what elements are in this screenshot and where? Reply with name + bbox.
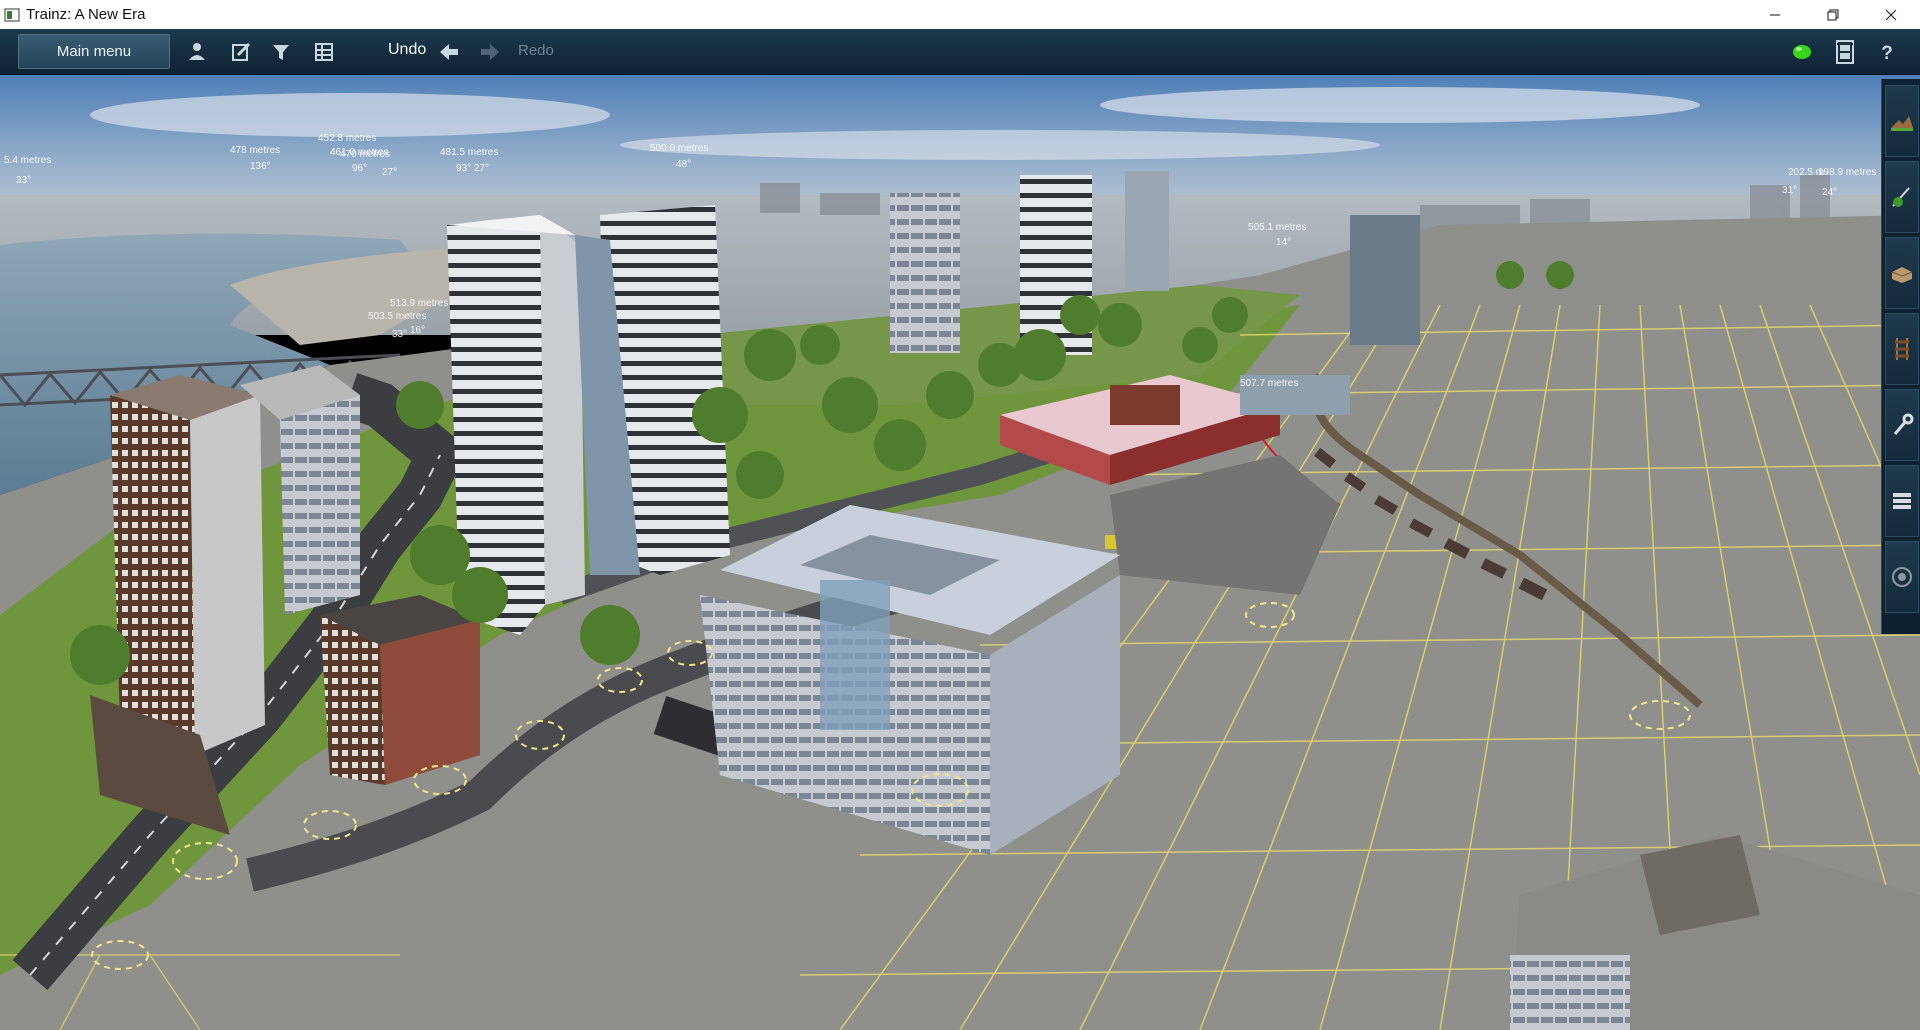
brick-low-building: [1110, 385, 1180, 425]
distance-label: 452.8 metres: [318, 133, 376, 144]
minimize-icon: [1770, 14, 1780, 15]
redo-label: Redo: [518, 42, 554, 59]
distance-label: 513.9 metres: [390, 298, 448, 309]
distance-label: 33°: [16, 175, 31, 186]
distance-label: 470 metres: [340, 149, 390, 160]
distance-label: 478 metres: [230, 145, 280, 156]
distance-label: 136°: [250, 161, 271, 172]
main-menu-button[interactable]: Main menu: [18, 34, 170, 69]
distance-label: 24°: [1822, 187, 1837, 198]
distance-label: 198.9 metres: [1818, 167, 1876, 178]
distance-label: 16°: [410, 325, 425, 336]
edit-icon: [232, 42, 251, 61]
distance-label: 93° 27°: [456, 163, 489, 174]
cloud: [620, 130, 1380, 160]
red-brick-building[interactable]: [320, 595, 480, 785]
session-tool-button[interactable]: [1885, 541, 1919, 613]
help-button[interactable]: ?: [1874, 39, 1900, 65]
distance-label: 96°: [352, 163, 367, 174]
undo-button[interactable]: [436, 39, 462, 65]
session-tool-icon: [1892, 567, 1912, 587]
grid-icon: [315, 43, 333, 61]
status-indicator-icon: [1793, 45, 1811, 59]
distance-label: 481.5 metres: [440, 147, 498, 158]
terrain-tool-icon: [1891, 116, 1913, 131]
track-tool-button[interactable]: [1885, 313, 1919, 385]
layers-tool-button[interactable]: [1885, 465, 1919, 537]
vegetation-tool-button[interactable]: [1885, 161, 1919, 233]
objects-tool-icon: [1891, 267, 1913, 283]
distance-label: 507.7 metres: [1240, 378, 1298, 389]
window-title: Trainz: A New Era: [26, 6, 146, 23]
close-button[interactable]: [1862, 0, 1920, 29]
editor-toolbar: Main menu Undo Redo ?: [0, 29, 1920, 75]
undo-label[interactable]: Undo: [388, 41, 426, 59]
window-title-bar: Trainz: A New Era: [0, 0, 1920, 30]
restore-button[interactable]: [1804, 0, 1862, 29]
filter-icon: [273, 45, 289, 60]
app-icon: [4, 8, 20, 21]
filter-button[interactable]: [268, 39, 294, 65]
film-button[interactable]: [1832, 39, 1858, 65]
cloud: [90, 93, 610, 137]
grid-button[interactable]: [311, 39, 337, 65]
vegetation-tool-icon: [1892, 187, 1910, 207]
track-tool-icon: [1895, 338, 1909, 360]
edit-button[interactable]: [228, 39, 254, 65]
distance-label: 33°: [392, 329, 407, 340]
tool-palette: [1881, 79, 1920, 634]
close-icon: [1885, 9, 1897, 20]
distance-label: 503.5 metres: [368, 311, 426, 322]
minimize-button[interactable]: [1746, 0, 1804, 29]
driver-button[interactable]: [184, 39, 210, 65]
redo-button[interactable]: [477, 39, 503, 65]
distance-label: 48°: [676, 159, 691, 170]
redo-arrow-icon: [481, 44, 499, 60]
scene-canvas[interactable]: 5.4 metres 33° 478 metres 136° 452.8 met…: [0, 75, 1920, 1030]
restore-icon: [1827, 9, 1839, 20]
svg-text:?: ?: [1881, 43, 1893, 63]
distance-label: 27°: [382, 167, 397, 178]
status-indicator[interactable]: [1789, 39, 1815, 65]
terrain-tool-button[interactable]: [1885, 85, 1919, 157]
objects-tool-button[interactable]: [1885, 237, 1919, 309]
cloud: [1100, 87, 1700, 123]
scene-viewport[interactable]: 5.4 metres 33° 478 metres 136° 452.8 met…: [0, 75, 1920, 1030]
wrench-tool-icon: [1893, 413, 1914, 435]
film-icon: [1836, 40, 1854, 64]
help-icon: ?: [1881, 43, 1893, 63]
driver-icon: [189, 43, 205, 60]
distance-label: 500.0 metres: [650, 143, 708, 154]
distance-label: 14°: [1276, 237, 1291, 248]
wrench-tool-button[interactable]: [1885, 389, 1919, 461]
distance-label: 31°: [1782, 185, 1797, 196]
undo-arrow-icon: [440, 44, 458, 60]
layers-tool-icon: [1893, 493, 1911, 509]
distance-label: 5.4 metres: [4, 155, 51, 166]
distance-label: 505.1 metres: [1248, 222, 1306, 233]
